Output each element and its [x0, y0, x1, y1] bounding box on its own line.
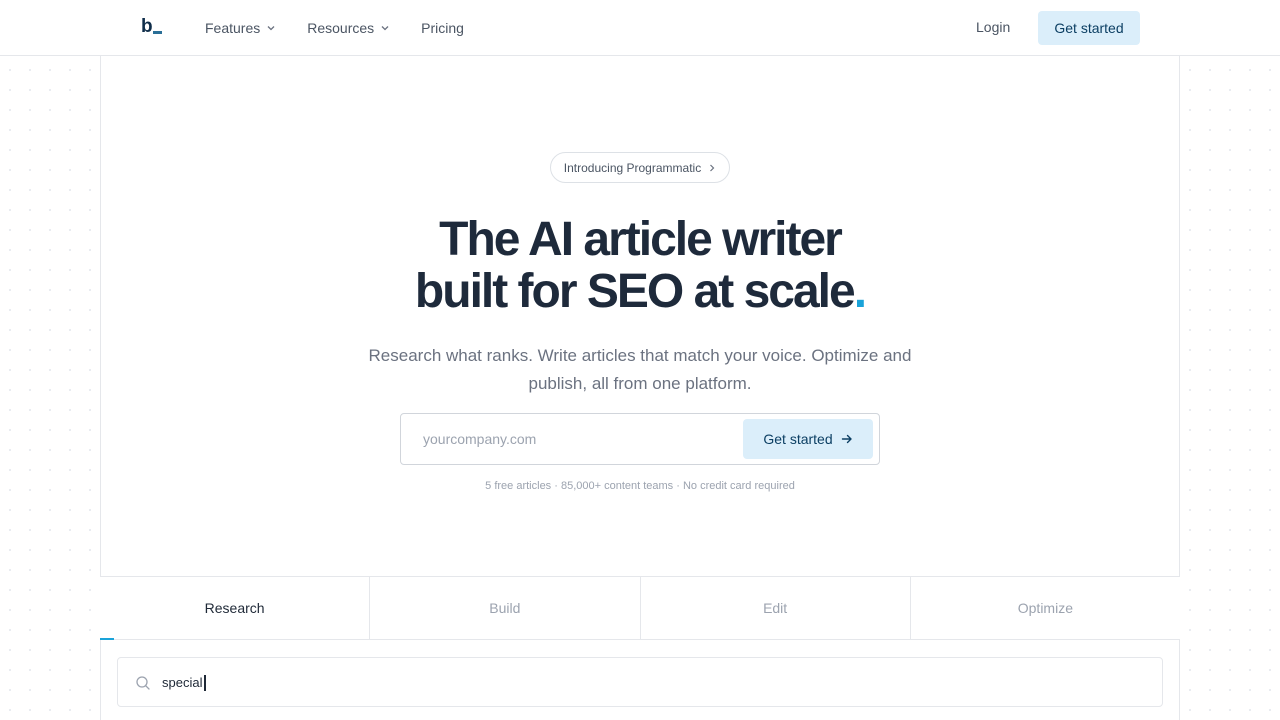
chevron-right-icon [710, 164, 715, 171]
chevron-down-icon [381, 26, 389, 31]
nav-pricing-label: Pricing [421, 20, 464, 36]
hero-headline: The AI article writer built for SEO at s… [0, 214, 1280, 318]
search-icon [136, 676, 150, 690]
tab-edit[interactable]: Edit [641, 577, 911, 639]
nav-links: Features Resources Pricing [205, 0, 495, 56]
headline-line-2: built for SEO at scale [414, 265, 856, 318]
nav-features[interactable]: Features [205, 20, 276, 36]
announcement-badge[interactable]: Introducing Programmatic [550, 152, 730, 183]
active-tab-indicator [100, 638, 114, 640]
tab-optimize[interactable]: Optimize [911, 577, 1180, 639]
tab-research[interactable]: Research [100, 577, 371, 640]
logo-text: b [141, 16, 153, 37]
logo-underscore [153, 31, 163, 34]
fine-print: 5 free articles · 85,000+ content teams … [485, 480, 795, 492]
tab-research-label: Research [204, 600, 265, 616]
chevron-down-icon [267, 26, 275, 31]
feature-tabs: Research Build Edit Optimize [100, 576, 1180, 640]
tab-edit-label: Edit [763, 600, 788, 616]
nav-resources-label: Resources [307, 20, 375, 36]
search-query-text: special [162, 675, 203, 690]
announcement-label: Introducing Programmatic [563, 160, 702, 175]
tab-build-label: Build [489, 600, 521, 616]
login-link[interactable]: Login [976, 19, 1010, 35]
search-query: special [162, 674, 207, 691]
headline-line-1: The AI article writer [439, 213, 843, 266]
tab-build[interactable]: Build [370, 577, 641, 639]
headline-accent-dot: . [853, 265, 867, 318]
nav-features-label: Features [205, 20, 261, 36]
hero-subtitle: Research what ranks. Write articles that… [368, 346, 912, 393]
top-navbar: b Features Resources Pricing Login Get s… [0, 0, 1280, 56]
email-signup-form: Get started [400, 413, 880, 465]
nav-resources[interactable]: Resources [307, 20, 390, 36]
keyword-search-field[interactable]: special [117, 657, 1163, 707]
text-caret [204, 674, 207, 691]
get-started-nav-button[interactable]: Get started [1038, 11, 1140, 45]
nav-pricing[interactable]: Pricing [421, 20, 464, 36]
get-started-hero-label: Get started [763, 431, 833, 447]
arrow-right-icon [841, 434, 852, 444]
tab-optimize-label: Optimize [1017, 600, 1073, 616]
company-domain-input[interactable] [415, 422, 735, 456]
logo[interactable]: b [141, 16, 163, 38]
get-started-hero-button[interactable]: Get started [743, 419, 873, 459]
